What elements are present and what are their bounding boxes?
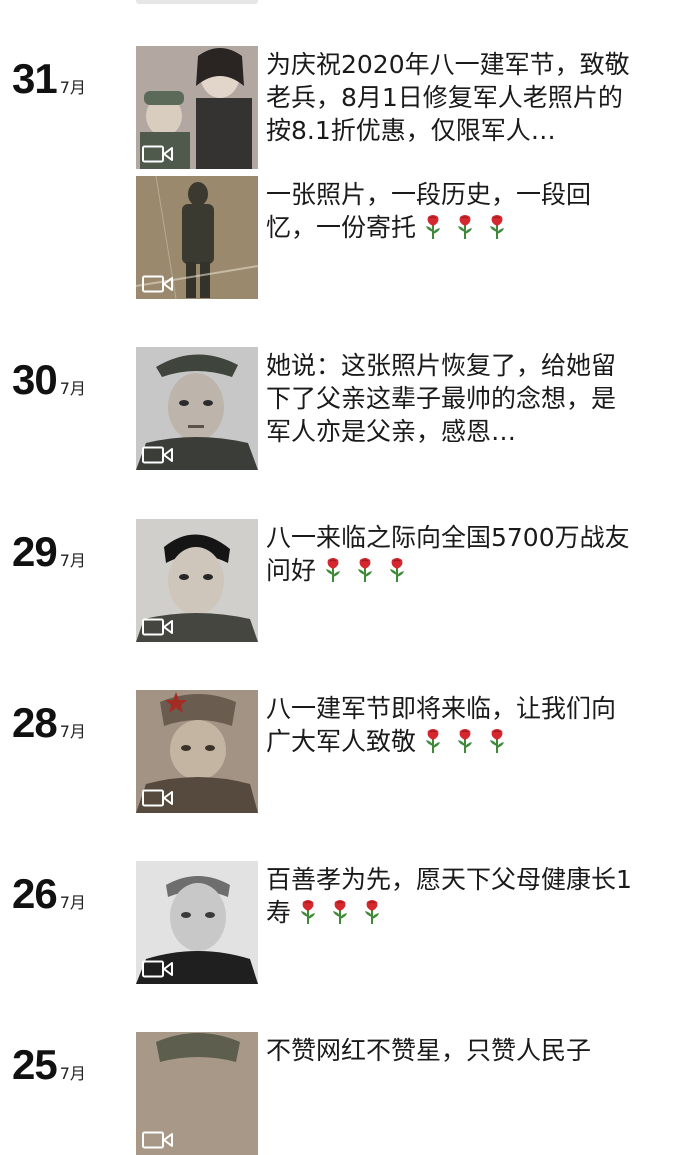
post-date: 31 7月 (12, 40, 86, 100)
post-date: 26 7月 (12, 855, 86, 915)
post-date: 30 7月 (12, 341, 86, 401)
video-thumbnail[interactable] (136, 690, 258, 813)
date-month: 7月 (59, 722, 86, 741)
video-thumbnail[interactable] (136, 46, 258, 169)
post-caption: 为庆祝2020年八一建军节，致敬老兵，8月1日修复军人老照片的按8.1折优惠，仅… (266, 50, 630, 145)
date-month: 7月 (59, 1064, 86, 1083)
rose-emoji-icon (358, 558, 373, 582)
rose-emojis (420, 728, 516, 762)
rose-emoji-icon (426, 729, 441, 753)
video-camera-icon (142, 1131, 173, 1149)
rose-emoji-icon (458, 729, 473, 753)
date-day: 29 (12, 528, 58, 575)
video-camera-icon (142, 145, 173, 163)
rose-emoji-icon (326, 558, 341, 582)
rose-emoji-icon (490, 215, 505, 239)
date-month: 7月 (59, 551, 86, 570)
video-thumbnail[interactable] (136, 1032, 258, 1155)
rose-emojis (295, 899, 391, 933)
rose-emoji-icon (365, 900, 380, 924)
rose-emojis (420, 214, 516, 248)
post-text[interactable]: 八一建军节即将来临，让我们向广大军人致敬 (266, 692, 638, 762)
video-camera-icon (142, 960, 173, 978)
date-day: 26 (12, 870, 58, 917)
video-camera-icon (142, 446, 173, 464)
rose-emojis (320, 557, 416, 591)
rose-emoji-icon (458, 215, 473, 239)
date-day: 30 (12, 356, 58, 403)
video-thumbnail[interactable] (136, 519, 258, 642)
post-text[interactable]: 百善孝为先，愿天下父母健康长1寿 (266, 863, 638, 933)
post-caption: 她说：这张照片恢复了，给她留下了父亲这辈子最帅的念想，是军人亦是父亲，感恩… (266, 351, 617, 446)
date-month: 7月 (59, 379, 86, 398)
scrollbar[interactable] (674, 0, 678, 1060)
post-date: 28 7月 (12, 684, 86, 744)
rose-emoji-icon (490, 729, 505, 753)
post-text[interactable]: 她说：这张照片恢复了，给她留下了父亲这辈子最帅的念想，是军人亦是父亲，感恩… (266, 349, 638, 448)
post-text[interactable]: 一张照片，一段历史，一段回忆，一份寄托 (266, 178, 638, 248)
video-camera-icon (142, 618, 173, 636)
post-caption: 不赞网红不赞星，只赞人民子 (266, 1036, 592, 1065)
rose-emoji-icon (426, 215, 441, 239)
rose-emoji-icon (390, 558, 405, 582)
rose-emoji-icon (301, 900, 316, 924)
post-date: 25 7月 (12, 1026, 86, 1086)
date-day: 31 (12, 55, 58, 102)
video-camera-icon (142, 789, 173, 807)
previous-photo-edge[interactable] (136, 0, 258, 4)
video-camera-icon (142, 275, 173, 293)
date-day: 25 (12, 1041, 58, 1088)
post-text[interactable]: 为庆祝2020年八一建军节，致敬老兵，8月1日修复军人老照片的按8.1折优惠，仅… (266, 48, 638, 147)
date-day: 28 (12, 699, 58, 746)
video-thumbnail[interactable] (136, 861, 258, 984)
date-month: 7月 (59, 893, 86, 912)
post-text[interactable]: 八一来临之际向全国5700万战友问好 (266, 521, 638, 591)
post-text[interactable]: 不赞网红不赞星，只赞人民子 (266, 1034, 638, 1067)
video-thumbnail[interactable] (136, 347, 258, 470)
video-thumbnail[interactable] (136, 176, 258, 299)
date-month: 7月 (59, 78, 86, 97)
post-date: 29 7月 (12, 513, 86, 573)
rose-emoji-icon (333, 900, 348, 924)
